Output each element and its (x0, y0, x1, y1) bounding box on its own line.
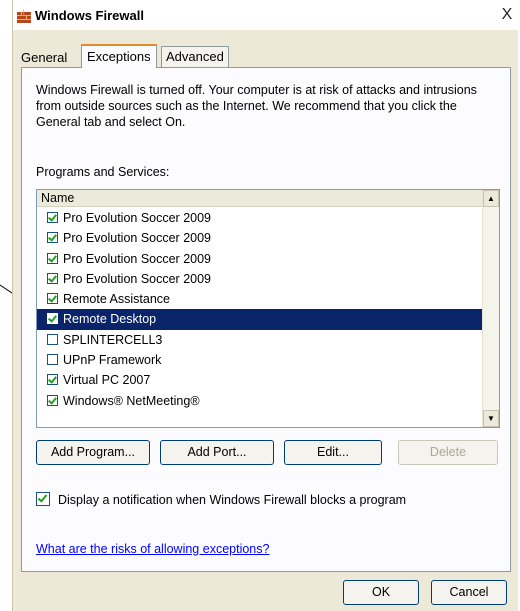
item-label: SPLINTERCELL3 (63, 332, 163, 347)
scroll-thumb[interactable] (483, 248, 499, 374)
item-checkbox[interactable] (47, 394, 58, 406)
item-checkbox[interactable] (47, 252, 58, 264)
firewall-icon (17, 9, 31, 23)
list-item[interactable]: Virtual PC 2007 (37, 370, 483, 390)
list-item[interactable]: Windows® NetMeeting® (37, 391, 483, 411)
ok-button[interactable]: OK (343, 580, 419, 605)
title-bar: Windows Firewall X (13, 0, 518, 30)
add-port-button[interactable]: Add Port... (160, 440, 274, 465)
edit-button[interactable]: Edit... (284, 440, 382, 465)
tab-advanced[interactable]: Advanced (161, 46, 229, 68)
window-title: Windows Firewall (35, 8, 144, 23)
item-checkbox[interactable] (47, 333, 58, 345)
tab-general[interactable]: General (19, 48, 69, 68)
item-label: Remote Desktop (63, 312, 157, 327)
notify-checkbox[interactable] (36, 492, 50, 506)
list-item[interactable]: Pro Evolution Soccer 2009 (37, 208, 483, 228)
item-label: Virtual PC 2007 (63, 373, 151, 388)
item-checkbox[interactable] (47, 313, 58, 325)
list-scrollbar[interactable]: ▲ ▼ (482, 190, 499, 427)
item-label: Remote Assistance (63, 292, 170, 307)
item-label: UPnP Framework (63, 353, 162, 368)
item-label: Pro Evolution Soccer 2009 (63, 251, 212, 266)
close-icon[interactable]: X (498, 6, 516, 24)
scroll-down-icon[interactable]: ▼ (483, 410, 499, 427)
tab-exceptions[interactable]: Exceptions (81, 44, 157, 68)
list-item[interactable]: UPnP Framework (37, 350, 483, 370)
item-label: Windows® NetMeeting® (63, 393, 200, 408)
item-checkbox[interactable] (47, 232, 58, 244)
firewall-warning-text: Windows Firewall is turned off. Your com… (36, 83, 477, 129)
list-item[interactable]: Remote Assistance (37, 289, 483, 309)
cancel-button[interactable]: Cancel (431, 580, 507, 605)
item-label: Pro Evolution Soccer 2009 (63, 271, 212, 286)
item-label: Pro Evolution Soccer 2009 (63, 211, 212, 225)
item-checkbox[interactable] (47, 212, 58, 223)
exceptions-panel: Windows Firewall is turned off. Your com… (21, 67, 511, 572)
program-rows: Pro Evolution Soccer 2009 Pro Evolution S… (37, 208, 483, 411)
tab-strip: General Exceptions Advanced (13, 42, 518, 68)
list-item[interactable]: Pro Evolution Soccer 2009 (37, 249, 483, 269)
list-item[interactable]: SPLINTERCELL3 (37, 330, 483, 350)
windows-firewall-dialog: Windows Firewall X General Exceptions Ad… (12, 0, 518, 611)
list-item[interactable]: Remote Desktop (37, 309, 483, 330)
item-checkbox[interactable] (47, 293, 58, 305)
risks-link[interactable]: What are the risks of allowing exception… (36, 542, 269, 556)
programs-list[interactable]: Name Pro Evolution Soccer 2009 Pro Evolut… (36, 189, 500, 428)
column-header-name[interactable]: Name (37, 190, 483, 207)
list-item[interactable]: Pro Evolution Soccer 2009 (37, 269, 483, 289)
notify-option[interactable]: Display a notification when Windows Fire… (36, 492, 406, 507)
scroll-up-icon[interactable]: ▲ (483, 190, 499, 207)
delete-button[interactable]: Delete (398, 440, 498, 465)
list-item[interactable]: Pro Evolution Soccer 2009 (37, 228, 483, 248)
item-checkbox[interactable] (47, 354, 58, 366)
notify-label: Display a notification when Windows Fire… (58, 493, 407, 507)
item-checkbox[interactable] (47, 272, 58, 284)
item-label: Pro Evolution Soccer 2009 (63, 231, 212, 246)
programs-label: Programs and Services: (36, 165, 170, 179)
item-checkbox[interactable] (47, 374, 58, 386)
add-program-button[interactable]: Add Program... (36, 440, 150, 465)
